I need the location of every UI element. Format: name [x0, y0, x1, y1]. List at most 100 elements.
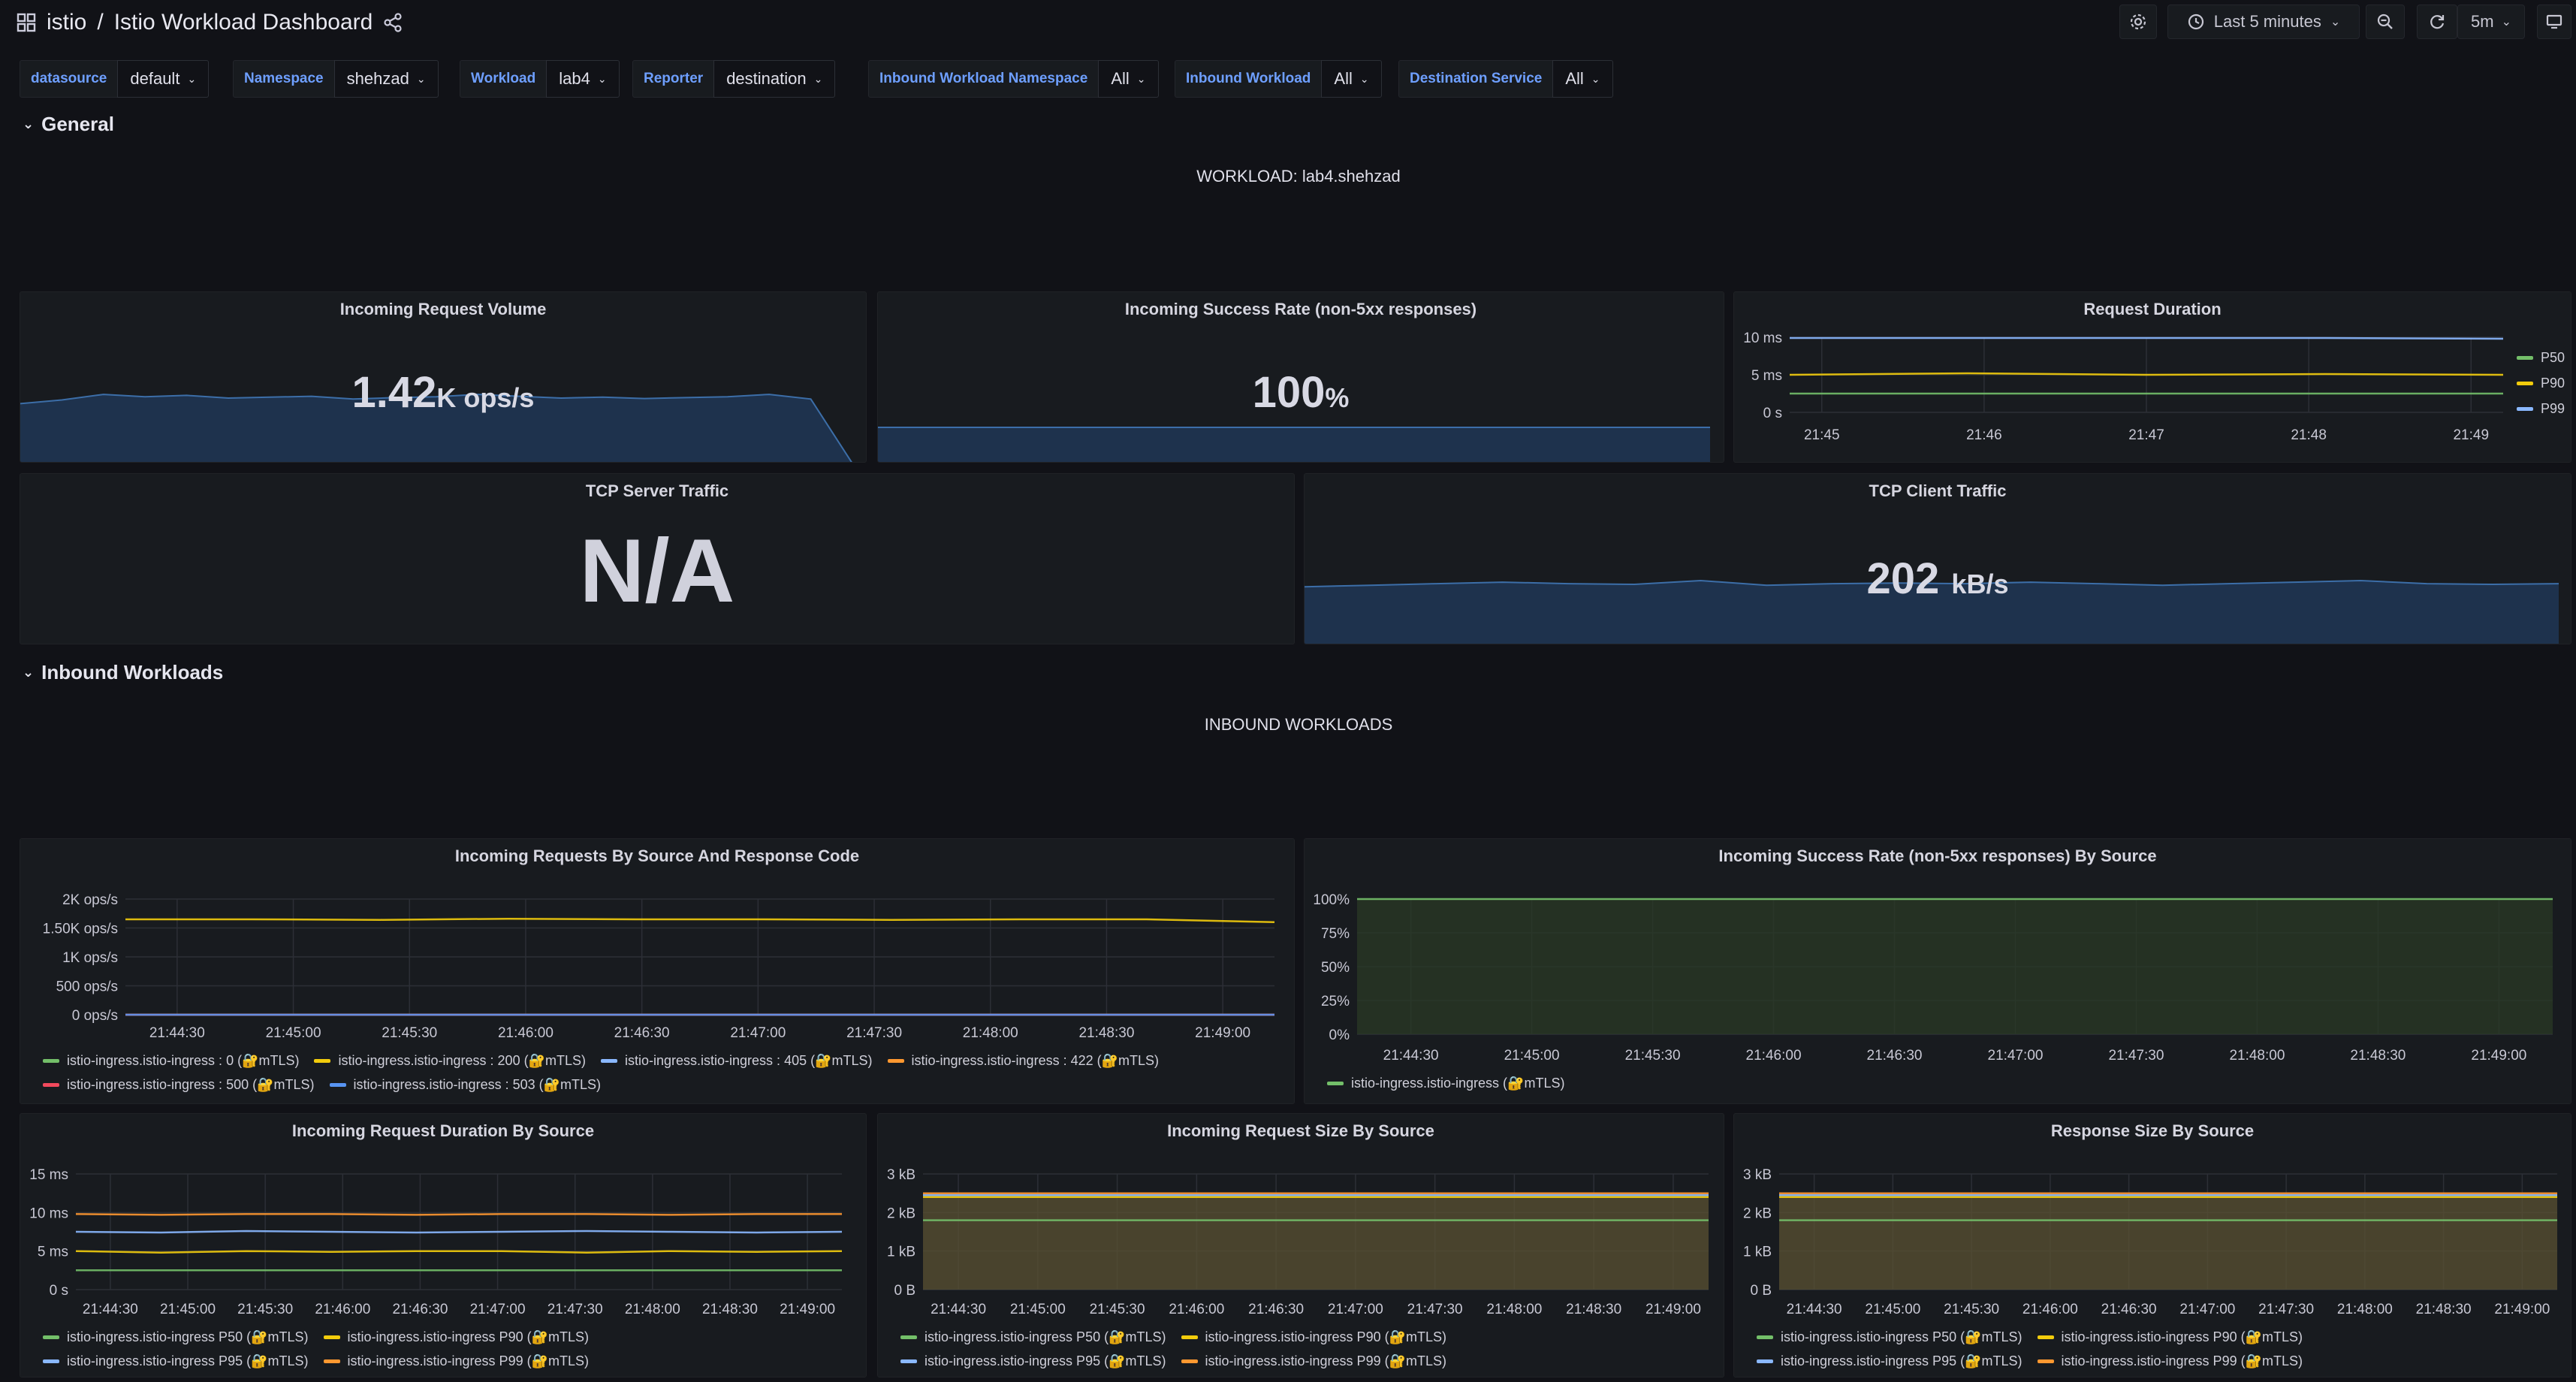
variable-inbound-workload-namespace[interactable]: Inbound Workload Namespace All ⌄ — [868, 60, 1159, 98]
chevron-down-icon: ⌄ — [23, 116, 35, 131]
legend-item[interactable]: istio-ingress.istio-ingress : 500 (🔐mTLS… — [43, 1074, 315, 1096]
panel-duration-by-source[interactable]: Incoming Request Duration By Source 15 m… — [20, 1113, 867, 1377]
panel-requests-by-source[interactable]: Incoming Requests By Source And Response… — [20, 838, 1295, 1104]
breadcrumb-folder[interactable]: istio — [47, 10, 86, 35]
legend-swatch — [601, 1059, 617, 1063]
x-tick-label: 21:47:30 — [547, 1302, 603, 1317]
chart-legend: istio-ingress.istio-ingress (🔐mTLS) — [1327, 1070, 2559, 1094]
stat-unit: % — [1325, 382, 1350, 413]
variable-select[interactable]: default ⌄ — [117, 60, 210, 98]
legend-item[interactable]: P50 — [2517, 345, 2565, 370]
legend-label: P50 — [2541, 350, 2565, 365]
legend-item[interactable]: istio-ingress.istio-ingress P95 (🔐mTLS) — [43, 1350, 309, 1372]
row-inbound-workloads-toggle[interactable]: ⌄ Inbound Workloads — [23, 661, 223, 684]
y-tick-label: 1.50K ops/s — [43, 922, 118, 937]
legend-label: istio-ingress.istio-ingress P90 (🔐mTLS) — [1205, 1329, 1447, 1344]
variable-select[interactable]: All ⌄ — [1552, 60, 1613, 98]
variable-workload[interactable]: Workload lab4 ⌄ — [460, 60, 620, 98]
x-tick-label: 21:47:00 — [2179, 1302, 2235, 1317]
panel-incoming-request-volume[interactable]: Incoming Request Volume 1.42K ops/s — [20, 291, 867, 463]
variable-select[interactable]: destination ⌄ — [713, 60, 836, 98]
variable-destination-service[interactable]: Destination Service All ⌄ — [1398, 60, 1613, 98]
chart-legend: istio-ingress.istio-ingress P50 (🔐mTLS) i… — [43, 1324, 861, 1372]
legend-swatch — [323, 1359, 340, 1363]
legend-item[interactable]: istio-ingress.istio-ingress P50 (🔐mTLS) — [1757, 1326, 2022, 1348]
variable-select[interactable]: All ⌄ — [1321, 60, 1382, 98]
x-tick-label: 21:47:00 — [470, 1302, 526, 1317]
refresh-button[interactable] — [2417, 5, 2457, 39]
legend-item[interactable]: istio-ingress.istio-ingress P95 (🔐mTLS) — [1757, 1350, 2022, 1372]
x-tick-label: 21:48:00 — [625, 1302, 680, 1317]
legend-item[interactable]: istio-ingress.istio-ingress P95 (🔐mTLS) — [900, 1350, 1166, 1372]
x-tick-label: 21:48 — [2291, 427, 2327, 443]
row-general-toggle[interactable]: ⌄ General — [23, 113, 114, 136]
x-tick-label: 21:46:30 — [1867, 1048, 1923, 1064]
legend-label: istio-ingress.istio-ingress P99 (🔐mTLS) — [347, 1353, 590, 1368]
legend-item[interactable]: istio-ingress.istio-ingress P50 (🔐mTLS) — [43, 1326, 309, 1348]
legend-label: istio-ingress.istio-ingress P50 (🔐mTLS) — [925, 1329, 1166, 1344]
legend-item[interactable]: istio-ingress.istio-ingress : 405 (🔐mTLS… — [601, 1050, 873, 1072]
legend-swatch — [2517, 406, 2533, 411]
apps-grid-icon[interactable] — [17, 13, 36, 32]
variable-namespace[interactable]: Namespace shehzad ⌄ — [233, 60, 439, 98]
legend-item[interactable]: istio-ingress.istio-ingress P99 (🔐mTLS) — [323, 1350, 590, 1372]
legend-item[interactable]: istio-ingress.istio-ingress : 422 (🔐mTLS… — [887, 1050, 1159, 1072]
legend-item[interactable]: P99 — [2517, 396, 2565, 421]
variable-datasource[interactable]: datasource default ⌄ — [20, 60, 210, 98]
legend-item[interactable]: P90 — [2517, 370, 2565, 396]
legend-item[interactable]: istio-ingress.istio-ingress : 503 (🔐mTLS… — [329, 1074, 601, 1096]
stat-number: 202 — [1866, 554, 1940, 603]
legend-item[interactable]: istio-ingress.istio-ingress : 200 (🔐mTLS… — [314, 1050, 586, 1072]
time-range-picker[interactable]: Last 5 minutes ⌄ — [2167, 5, 2360, 39]
chevron-down-icon: ⌄ — [1591, 72, 1600, 85]
x-tick-label: 21:48:00 — [963, 1025, 1018, 1041]
panel-success-by-source[interactable]: Incoming Success Rate (non-5xx responses… — [1304, 838, 2571, 1104]
settings-button[interactable] — [2119, 5, 2157, 39]
tv-mode-button[interactable] — [2537, 5, 2571, 39]
refresh-icon — [2430, 15, 2445, 29]
x-tick-label: 21:47:00 — [1988, 1048, 2044, 1064]
y-tick-label: 2 kB — [1743, 1205, 1772, 1221]
legend-swatch — [43, 1359, 59, 1363]
legend-item[interactable]: istio-ingress.istio-ingress P90 (🔐mTLS) — [1181, 1326, 1447, 1348]
y-tick-label: 1K ops/s — [62, 950, 118, 966]
x-tick-label: 21:48:30 — [2350, 1048, 2406, 1064]
variable-inbound-workload[interactable]: Inbound Workload All ⌄ — [1175, 60, 1382, 98]
legend-label: istio-ingress.istio-ingress P50 (🔐mTLS) — [67, 1329, 309, 1344]
variable-select[interactable]: shehzad ⌄ — [333, 60, 439, 98]
refresh-interval-picker[interactable]: 5m ⌄ — [2457, 5, 2525, 39]
zoom-out-button[interactable] — [2366, 5, 2405, 39]
chart-request-size-by-source: 3 kB 2 kB 1 kB 0 B 21:44:30 21:45:00 21:45:30 2… — [887, 1167, 1709, 1317]
legend-swatch — [43, 1335, 59, 1339]
area-fill — [1357, 899, 2553, 1034]
legend-item[interactable]: istio-ingress.istio-ingress P99 (🔐mTLS) — [2037, 1350, 2303, 1372]
variable-label: datasource — [20, 60, 119, 98]
legend-item[interactable]: istio-ingress.istio-ingress P90 (🔐mTLS) — [323, 1326, 589, 1348]
legend-item[interactable]: istio-ingress.istio-ingress P90 (🔐mTLS) — [2037, 1326, 2303, 1348]
variable-reporter[interactable]: Reporter destination ⌄ — [632, 60, 836, 98]
legend-item[interactable]: istio-ingress.istio-ingress P50 (🔐mTLS) — [900, 1326, 1166, 1348]
legend-item[interactable]: istio-ingress.istio-ingress P99 (🔐mTLS) — [1181, 1350, 1446, 1372]
panel-request-size-by-source[interactable]: Incoming Request Size By Source 3 kB 2 kB… — [877, 1113, 1724, 1377]
panel-request-duration[interactable]: Request Duration 10 ms 5 ms 0 s 21:45 21:46 2… — [1733, 291, 2571, 463]
panel-response-size-by-source[interactable]: Response Size By Source 3 kB 2 kB 1 kB 0 B2… — [1733, 1113, 2571, 1377]
x-tick-label: 21:45:00 — [266, 1025, 321, 1041]
panel-incoming-success-rate[interactable]: Incoming Success Rate (non-5xx responses… — [877, 291, 1724, 463]
chevron-down-icon: ⌄ — [1359, 72, 1369, 85]
row-title: General — [41, 113, 114, 135]
variable-select[interactable]: lab4 ⌄ — [546, 60, 620, 98]
x-tick-label: 21:45:00 — [1504, 1048, 1560, 1064]
y-tick-label: 3 kB — [887, 1167, 915, 1183]
x-tick-label: 21:44:30 — [149, 1025, 205, 1041]
share-icon[interactable] — [383, 13, 403, 32]
y-tick-label: 2 kB — [887, 1205, 915, 1221]
dashboard-title[interactable]: Istio Workload Dashboard — [114, 10, 373, 35]
legend-item[interactable]: istio-ingress.istio-ingress (🔐mTLS) — [1327, 1073, 1564, 1094]
y-tick-label: 75% — [1321, 926, 1350, 942]
workload-text-panel: WORKLOAD: lab4.shehzad — [1196, 167, 1401, 186]
legend-item[interactable]: istio-ingress.istio-ingress : 0 (🔐mTLS) — [43, 1050, 299, 1072]
panel-tcp-server-traffic[interactable]: TCP Server Traffic N/A — [20, 473, 1295, 644]
legend-label: istio-ingress.istio-ingress : 500 (🔐mTLS… — [67, 1077, 315, 1092]
panel-tcp-client-traffic[interactable]: TCP Client Traffic 202 kB/s — [1304, 473, 2571, 644]
variable-select[interactable]: All ⌄ — [1098, 60, 1159, 98]
